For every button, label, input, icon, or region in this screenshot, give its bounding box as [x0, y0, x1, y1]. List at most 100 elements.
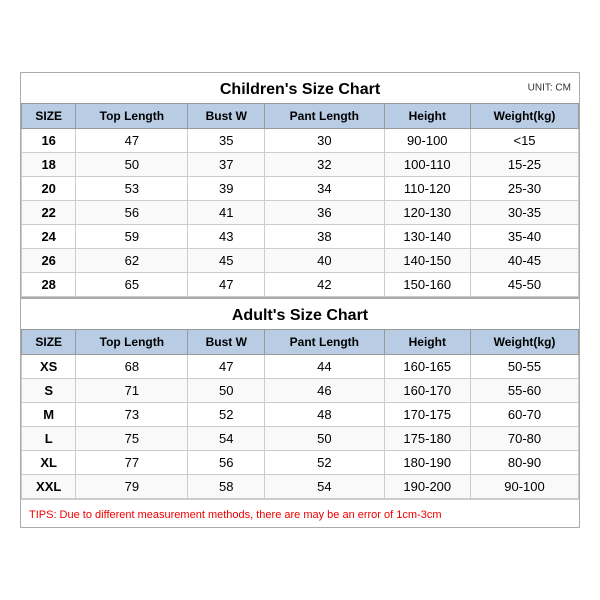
adults-col-size: SIZE — [22, 330, 76, 355]
children-col-bustw: Bust W — [188, 104, 265, 129]
table-cell: XS — [22, 355, 76, 379]
table-cell: 47 — [188, 273, 265, 297]
table-cell: S — [22, 379, 76, 403]
table-row: 28654742150-16045-50 — [22, 273, 579, 297]
table-cell: 38 — [265, 225, 384, 249]
table-row: 22564136120-13030-35 — [22, 201, 579, 225]
table-cell: 30-35 — [471, 201, 579, 225]
children-col-weight: Weight(kg) — [471, 104, 579, 129]
table-cell: 30 — [265, 129, 384, 153]
table-cell: 44 — [265, 355, 384, 379]
table-cell: 41 — [188, 201, 265, 225]
adults-body: XS684744160-16550-55S715046160-17055-60M… — [22, 355, 579, 499]
table-cell: 56 — [76, 201, 188, 225]
table-cell: 37 — [188, 153, 265, 177]
unit-label: UNIT: CM — [528, 83, 571, 94]
adults-col-height: Height — [384, 330, 470, 355]
table-row: 1647353090-100<15 — [22, 129, 579, 153]
table-row: M735248170-17560-70 — [22, 403, 579, 427]
table-cell: 32 — [265, 153, 384, 177]
adults-table: SIZE Top Length Bust W Pant Length Heigh… — [21, 329, 579, 499]
table-cell: 39 — [188, 177, 265, 201]
table-cell: 190-200 — [384, 475, 470, 499]
children-body: 1647353090-100<1518503732100-11015-25205… — [22, 129, 579, 297]
table-cell: 42 — [265, 273, 384, 297]
table-cell: XXL — [22, 475, 76, 499]
children-col-height: Height — [384, 104, 470, 129]
table-cell: 54 — [188, 427, 265, 451]
table-cell: 40 — [265, 249, 384, 273]
children-table: SIZE Top Length Bust W Pant Length Heigh… — [21, 103, 579, 297]
table-cell: 18 — [22, 153, 76, 177]
table-cell: 77 — [76, 451, 188, 475]
children-title-text: Children's Size Chart — [220, 81, 380, 98]
table-cell: 52 — [188, 403, 265, 427]
tips-text: TIPS: Due to different measurement metho… — [29, 509, 441, 521]
adults-title: Adult's Size Chart — [21, 297, 579, 329]
table-cell: 16 — [22, 129, 76, 153]
table-cell: 25-30 — [471, 177, 579, 201]
table-cell: 47 — [76, 129, 188, 153]
children-col-toplength: Top Length — [76, 104, 188, 129]
table-cell: <15 — [471, 129, 579, 153]
table-row: 24594338130-14035-40 — [22, 225, 579, 249]
table-cell: 65 — [76, 273, 188, 297]
children-title: Children's Size Chart UNIT: CM — [21, 73, 579, 103]
table-cell: 43 — [188, 225, 265, 249]
adults-col-weight: Weight(kg) — [471, 330, 579, 355]
table-row: XL775652180-19080-90 — [22, 451, 579, 475]
table-cell: 28 — [22, 273, 76, 297]
table-cell: 68 — [76, 355, 188, 379]
table-cell: 36 — [265, 201, 384, 225]
table-cell: 50 — [188, 379, 265, 403]
table-cell: L — [22, 427, 76, 451]
table-cell: 80-90 — [471, 451, 579, 475]
adults-col-pantlength: Pant Length — [265, 330, 384, 355]
table-cell: 110-120 — [384, 177, 470, 201]
table-cell: 56 — [188, 451, 265, 475]
table-cell: 15-25 — [471, 153, 579, 177]
table-cell: 48 — [265, 403, 384, 427]
children-header: SIZE Top Length Bust W Pant Length Heigh… — [22, 104, 579, 129]
table-cell: 160-170 — [384, 379, 470, 403]
table-cell: 90-100 — [471, 475, 579, 499]
table-cell: 75 — [76, 427, 188, 451]
table-cell: 52 — [265, 451, 384, 475]
table-cell: 34 — [265, 177, 384, 201]
table-cell: 35-40 — [471, 225, 579, 249]
table-cell: 45-50 — [471, 273, 579, 297]
adults-col-bustw: Bust W — [188, 330, 265, 355]
table-row: S715046160-17055-60 — [22, 379, 579, 403]
table-cell: 50-55 — [471, 355, 579, 379]
table-row: XS684744160-16550-55 — [22, 355, 579, 379]
table-cell: M — [22, 403, 76, 427]
adults-title-text: Adult's Size Chart — [232, 307, 368, 324]
table-cell: 26 — [22, 249, 76, 273]
table-cell: 55-60 — [471, 379, 579, 403]
table-cell: 45 — [188, 249, 265, 273]
table-cell: 22 — [22, 201, 76, 225]
table-cell: 73 — [76, 403, 188, 427]
children-col-pantlength: Pant Length — [265, 104, 384, 129]
adults-col-toplength: Top Length — [76, 330, 188, 355]
adults-header: SIZE Top Length Bust W Pant Length Heigh… — [22, 330, 579, 355]
table-cell: 130-140 — [384, 225, 470, 249]
table-cell: 53 — [76, 177, 188, 201]
table-cell: 46 — [265, 379, 384, 403]
table-cell: 20 — [22, 177, 76, 201]
table-cell: 90-100 — [384, 129, 470, 153]
table-cell: 54 — [265, 475, 384, 499]
table-row: 18503732100-11015-25 — [22, 153, 579, 177]
table-cell: 40-45 — [471, 249, 579, 273]
table-cell: 60-70 — [471, 403, 579, 427]
table-row: 20533934110-12025-30 — [22, 177, 579, 201]
table-cell: 180-190 — [384, 451, 470, 475]
table-cell: 140-150 — [384, 249, 470, 273]
table-cell: 35 — [188, 129, 265, 153]
children-col-size: SIZE — [22, 104, 76, 129]
table-cell: 50 — [265, 427, 384, 451]
table-cell: 58 — [188, 475, 265, 499]
table-cell: 50 — [76, 153, 188, 177]
table-cell: 71 — [76, 379, 188, 403]
table-cell: 24 — [22, 225, 76, 249]
